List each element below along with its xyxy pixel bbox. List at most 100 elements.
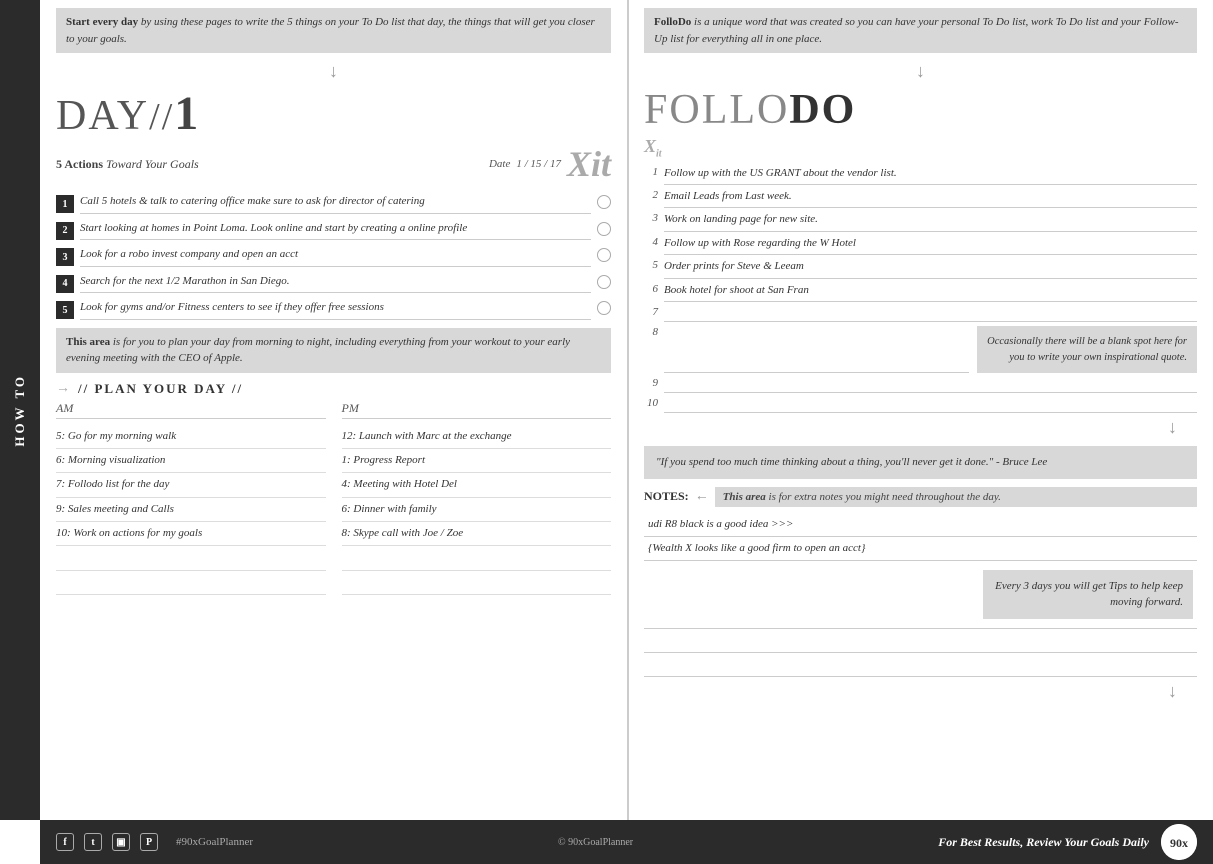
am-item-5: 10: Work on actions for my goals xyxy=(56,522,326,546)
five-actions-bold: 5 Actions xyxy=(56,157,103,171)
notes-desc-bold: This area xyxy=(723,491,766,503)
action-item-3: 3 Look for a robo invest company and ope… xyxy=(56,246,611,267)
follo-intro-bold: FolloDo xyxy=(654,16,691,28)
am-item-6 xyxy=(56,546,326,570)
action-circle-5 xyxy=(597,301,611,315)
five-actions-text: 5 Actions Toward Your Goals xyxy=(56,157,199,172)
action-item-1: 1 Call 5 hotels & talk to catering offic… xyxy=(56,193,611,214)
follo-item-9: 9 xyxy=(644,377,1197,393)
five-actions-rest: Toward Your Goals xyxy=(103,157,199,171)
hashtag: #90xGoalPlanner xyxy=(176,836,253,848)
footer-tagline: For Best Results, Review Your Goals Dail… xyxy=(938,835,1149,850)
follo-items-container: 1 Follow up with the US GRANT about the … xyxy=(644,166,1197,414)
follo-empty-10 xyxy=(664,397,1197,413)
footer-right-group: For Best Results, Review Your Goals Dail… xyxy=(938,824,1197,860)
bottom-arrow: ↓ xyxy=(644,681,1197,702)
day-heading: DAY // 1 xyxy=(56,86,611,141)
day-slash: // xyxy=(149,95,174,139)
follo-num-3: 3 xyxy=(644,212,658,224)
action-text-3: Look for a robo invest company and open … xyxy=(80,246,591,267)
intro-rest: by using these pages to write the 5 thin… xyxy=(66,16,595,45)
follo-intro-rest: is a unique word that was created so you… xyxy=(654,16,1179,45)
follo-item-4: 4 Follow up with Rose regarding the W Ho… xyxy=(644,236,1197,255)
notes-item-5 xyxy=(644,653,1197,677)
action-text-4: Search for the next 1/2 Marathon in San … xyxy=(80,273,591,294)
pm-item-6 xyxy=(342,546,612,570)
follo-text-5: Order prints for Steve & Leeam xyxy=(664,259,1197,278)
svg-text:90x: 90x xyxy=(1170,836,1188,850)
follo-bold: DO xyxy=(789,87,856,133)
plan-intro-bold: This area xyxy=(66,336,110,348)
date-label: Date xyxy=(489,158,510,170)
sidebar: HOW TO xyxy=(0,0,40,820)
follo-item-6: 6 Book hotel for shoot at San Fran xyxy=(644,283,1197,302)
follo-text-3: Work on landing page for new site. xyxy=(664,212,1197,231)
notes-item-1: udi R8 black is a good idea >>> xyxy=(644,513,1197,537)
follo-num-2: 2 xyxy=(644,189,658,201)
pm-item-4: 6: Dinner with family xyxy=(342,498,612,522)
follo-text-6: Book hotel for shoot at San Fran xyxy=(664,283,1197,302)
notes-desc: This area is for extra notes you might n… xyxy=(715,487,1197,507)
notes-label: NOTES: xyxy=(644,489,689,504)
am-item-4: 9: Sales meeting and Calls xyxy=(56,498,326,522)
plan-intro-rest: is for you to plan your day from morning… xyxy=(66,336,570,365)
pm-item-7 xyxy=(342,571,612,595)
footer-logo: 90x xyxy=(1161,824,1197,860)
follo-num-1: 1 xyxy=(644,166,658,178)
follo-item-8: 8 Occasionally there will be a blank spo… xyxy=(644,326,1197,374)
notes-desc-rest: is for extra notes you might need throug… xyxy=(766,491,1001,503)
follo-num-4: 4 xyxy=(644,236,658,248)
quote-arrow: ↓ xyxy=(644,417,1197,438)
footer-copyright: © 90xGoalPlanner xyxy=(558,837,633,848)
action-num-5: 5 xyxy=(56,301,74,319)
follo-arrow: ↓ xyxy=(644,61,1197,82)
action-circle-2 xyxy=(597,222,611,236)
main-content: Start every day by using these pages to … xyxy=(40,0,1213,820)
pinterest-icon: P xyxy=(140,833,158,851)
pm-item-3: 4: Meeting with Hotel Del xyxy=(342,473,612,497)
xit-small: Xit xyxy=(644,136,1197,160)
follo-item-5: 5 Order prints for Steve & Leeam xyxy=(644,259,1197,278)
am-item-2: 6: Morning visualization xyxy=(56,449,326,473)
am-item-1: 5: Go for my morning walk xyxy=(56,425,326,449)
pm-item-5: 8: Skype call with Joe / Zoe xyxy=(342,522,612,546)
intro-box: Start every day by using these pages to … xyxy=(56,8,611,53)
am-item-3: 7: Follodo list for the day xyxy=(56,473,326,497)
follo-intro-box: FolloDo is a unique word that was create… xyxy=(644,8,1197,53)
action-num-3: 3 xyxy=(56,248,74,266)
pm-item-2: 1: Progress Report xyxy=(342,449,612,473)
follo-empty-8 xyxy=(664,355,969,373)
follo-num-7: 7 xyxy=(644,306,658,318)
plan-arrow: → xyxy=(56,381,70,397)
date-value: 1 / 15 / 17 xyxy=(516,158,561,170)
follo-num-5: 5 xyxy=(644,259,658,271)
left-panel: Start every day by using these pages to … xyxy=(40,0,628,820)
action-num-2: 2 xyxy=(56,222,74,240)
day-number: 1 xyxy=(174,86,200,141)
follo-item-10: 10 xyxy=(644,397,1197,413)
actions-list: 1 Call 5 hotels & talk to catering offic… xyxy=(56,193,611,320)
action-item-4: 4 Search for the next 1/2 Marathon in Sa… xyxy=(56,273,611,294)
action-circle-3 xyxy=(597,248,611,262)
action-circle-4 xyxy=(597,275,611,289)
pm-header: PM xyxy=(342,401,612,419)
sidebar-label: HOW TO xyxy=(12,374,28,447)
quote-box: "If you spend too much time thinking abo… xyxy=(644,446,1197,479)
plan-heading-row: → // PLAN YOUR DAY // xyxy=(56,377,611,401)
tips-callout: Every 3 days you will get Tips to help k… xyxy=(983,570,1193,619)
day-word: DAY xyxy=(56,92,149,140)
plan-heading: // PLAN YOUR DAY // xyxy=(78,381,243,397)
facebook-icon: f xyxy=(56,833,74,851)
right-panel: FolloDo is a unique word that was create… xyxy=(628,0,1213,820)
am-header: AM xyxy=(56,401,326,419)
footer: f t ▣ P #90xGoalPlanner © 90xGoalPlanner… xyxy=(40,820,1213,864)
follo-light: FOLLO xyxy=(644,87,789,133)
action-text-5: Look for gyms and/or Fitness centers to … xyxy=(80,299,591,320)
action-text-2: Start looking at homes in Point Loma. Lo… xyxy=(80,220,591,241)
follo-num-8: 8 xyxy=(644,326,658,338)
notes-item-3: Every 3 days you will get Tips to help k… xyxy=(644,561,1197,629)
action-item-5: 5 Look for gyms and/or Fitness centers t… xyxy=(56,299,611,320)
follo-item-8-row: Occasionally there will be a blank spot … xyxy=(664,326,1197,374)
am-column: AM 5: Go for my morning walk 6: Morning … xyxy=(56,401,326,596)
action-circle-1 xyxy=(597,195,611,209)
